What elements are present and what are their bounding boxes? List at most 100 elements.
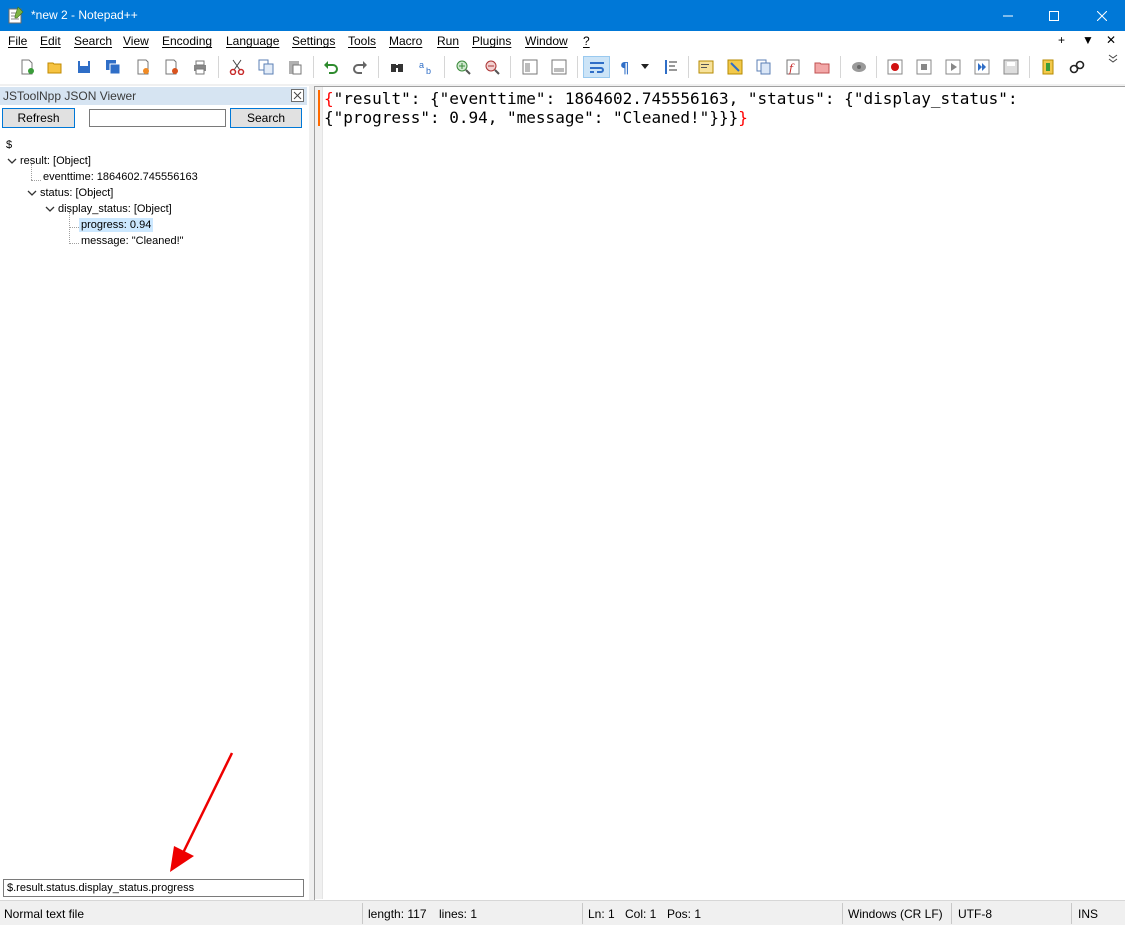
save-button[interactable] (73, 56, 95, 78)
sync-vertical-icon (522, 59, 538, 75)
chevron-down-icon[interactable] (45, 204, 55, 214)
show-chars-dropdown-button[interactable] (638, 56, 652, 78)
run-macro-multiple-button[interactable] (971, 56, 993, 78)
tree-node-result[interactable]: result: [Object] (20, 154, 91, 168)
chevron-down-icon (641, 64, 649, 69)
menu-edit[interactable]: Edit (40, 34, 61, 48)
status-separator (362, 903, 363, 924)
stop-macro-button[interactable] (913, 56, 935, 78)
status-separator (1071, 903, 1072, 924)
close-tab-button[interactable]: ✕ (1106, 33, 1116, 47)
status-separator (582, 903, 583, 924)
menu-language[interactable]: Language (226, 34, 279, 48)
menu-file[interactable]: File (8, 34, 27, 48)
menu-search[interactable]: Search (74, 34, 112, 48)
toolbar-overflow-button[interactable] (1106, 53, 1120, 65)
menu-window[interactable]: Window (525, 34, 568, 48)
menu-run[interactable]: Run (437, 34, 459, 48)
menu-tools[interactable]: Tools (348, 34, 376, 48)
toolbar-separator (444, 56, 445, 78)
close-all-button[interactable] (161, 56, 183, 78)
copy-icon (258, 59, 274, 75)
close-window-button[interactable] (1079, 0, 1125, 31)
maximize-button[interactable] (1031, 0, 1077, 31)
editor-line-1: "result": {"eventtime": 1864602.74555616… (333, 89, 1018, 108)
show-all-chars-icon: ¶ (620, 59, 630, 75)
save-macro-button[interactable] (1000, 56, 1022, 78)
save-all-button[interactable] (102, 56, 124, 78)
tab-list-button[interactable]: ▼ (1082, 33, 1094, 47)
minimize-button[interactable] (985, 0, 1031, 31)
tree-connector (69, 212, 70, 244)
paste-button[interactable] (284, 56, 306, 78)
plugin-button[interactable] (1037, 56, 1059, 78)
copy-button[interactable] (255, 56, 277, 78)
find-button[interactable] (386, 56, 408, 78)
cut-button[interactable] (226, 56, 248, 78)
function-list-button[interactable]: f (782, 56, 804, 78)
notepad-app-icon (8, 6, 24, 24)
save-icon (78, 61, 90, 73)
svg-text:¶: ¶ (620, 59, 630, 75)
menu-encoding[interactable]: Encoding (162, 34, 212, 48)
monitoring-icon (852, 62, 866, 72)
menu-help[interactable]: ? (583, 34, 590, 48)
sync-vertical-button[interactable] (519, 56, 541, 78)
status-encoding: UTF-8 (958, 907, 992, 921)
json-path-field[interactable] (3, 879, 304, 897)
status-line-number: Ln: 1 (588, 907, 615, 921)
indent-guide-button[interactable] (660, 56, 682, 78)
indent-guide-icon (665, 60, 677, 74)
close-file-button[interactable] (132, 56, 154, 78)
menu-macro[interactable]: Macro (389, 34, 422, 48)
play-macro-button[interactable] (942, 56, 964, 78)
title-bar: *new 2 - Notepad++ (0, 0, 1125, 31)
record-macro-icon (887, 59, 903, 75)
redo-button[interactable] (349, 56, 371, 78)
word-wrap-button[interactable] (583, 56, 610, 78)
folder-workspace-icon (814, 62, 830, 74)
user-defined-lang-button[interactable] (695, 56, 717, 78)
tree-node-eventtime[interactable]: eventtime: 1864602.745556163 (43, 170, 198, 184)
window-title: *new 2 - Notepad++ (31, 8, 138, 22)
link-button[interactable] (1066, 56, 1088, 78)
open-file-button[interactable] (44, 56, 66, 78)
zoom-in-button[interactable] (452, 56, 474, 78)
show-all-chars-button[interactable]: ¶ (614, 56, 636, 78)
status-file-type: Normal text file (4, 907, 85, 921)
tree-node-status[interactable]: status: [Object] (40, 186, 113, 200)
undo-button[interactable] (320, 56, 342, 78)
sync-horizontal-button[interactable] (548, 56, 570, 78)
new-tab-button[interactable]: + (1058, 33, 1065, 47)
print-button[interactable] (189, 56, 211, 78)
tree-node-display-status[interactable]: display_status: [Object] (58, 202, 172, 216)
search-input[interactable] (89, 109, 226, 127)
status-separator (842, 903, 843, 924)
folder-workspace-button[interactable] (811, 56, 833, 78)
tree-node-progress[interactable]: progress: 0.94 (79, 218, 154, 232)
editor-text[interactable]: {"result": {"eventtime": 1864602.7455561… (324, 89, 1018, 127)
record-macro-button[interactable] (884, 56, 906, 78)
monitoring-button[interactable] (848, 56, 870, 78)
menu-settings[interactable]: Settings (292, 34, 335, 48)
new-file-button[interactable] (16, 56, 38, 78)
doc-map-button[interactable] (724, 56, 746, 78)
search-button[interactable]: Search (230, 108, 302, 128)
panel-close-button[interactable] (291, 89, 304, 102)
status-eol: Windows (CR LF) (848, 907, 943, 921)
toolbar-separator (378, 56, 379, 78)
editor-area[interactable]: {"result": {"eventtime": 1864602.7455561… (314, 86, 1125, 900)
doc-list-button[interactable] (753, 56, 775, 78)
print-icon (194, 60, 206, 75)
replace-button[interactable]: ab (415, 56, 437, 78)
zoom-out-button[interactable] (481, 56, 503, 78)
tree-node-message[interactable]: message: "Cleaned!" (81, 234, 184, 248)
chevron-down-icon[interactable] (27, 188, 37, 198)
menu-bar: File Edit Search View Encoding Language … (0, 31, 1125, 51)
function-list-icon: f (786, 59, 800, 75)
refresh-button[interactable]: Refresh (2, 108, 75, 128)
chevron-down-icon[interactable] (7, 156, 17, 166)
menu-view[interactable]: View (123, 34, 149, 48)
tree-root[interactable]: $ (6, 138, 12, 152)
menu-plugins[interactable]: Plugins (472, 34, 511, 48)
